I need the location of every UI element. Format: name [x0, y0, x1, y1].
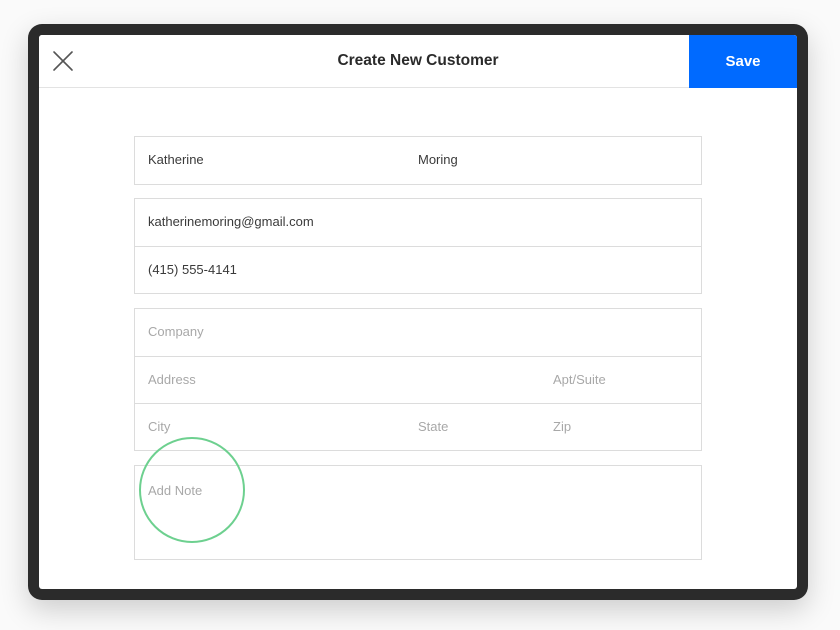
close-icon	[53, 51, 73, 71]
company-field[interactable]: Company	[148, 309, 688, 355]
note-field[interactable]: Add Note	[134, 465, 702, 560]
address-group: Company Address Apt/Suite City State Zip	[134, 308, 702, 451]
address-row: Address Apt/Suite	[135, 356, 701, 403]
email-row: katherinemoring@gmail.com	[135, 199, 701, 246]
city-row: City State Zip	[135, 403, 701, 450]
zip-field[interactable]: Zip	[553, 404, 693, 450]
tablet-frame: Create New Customer Save Katherine Morin…	[28, 24, 808, 600]
note-placeholder: Add Note	[148, 483, 203, 498]
phone-row: (415) 555-4141	[135, 246, 701, 293]
page-title: Create New Customer	[337, 52, 499, 69]
city-field[interactable]: City	[148, 404, 408, 450]
apt-suite-field[interactable]: Apt/Suite	[553, 357, 693, 403]
email-field[interactable]: katherinemoring@gmail.com	[148, 199, 688, 245]
address-field[interactable]: Address	[148, 357, 538, 403]
first-name-field[interactable]: Katherine	[148, 137, 408, 183]
last-name-field[interactable]: Moring	[418, 137, 688, 183]
top-bar: Create New Customer Save	[39, 35, 797, 88]
contact-group: katherinemoring@gmail.com (415) 555-4141	[134, 198, 702, 294]
state-field[interactable]: State	[418, 404, 538, 450]
screen: Create New Customer Save Katherine Morin…	[39, 35, 797, 589]
phone-field[interactable]: (415) 555-4141	[148, 247, 688, 293]
name-row: Katherine Moring	[135, 137, 701, 184]
company-row: Company	[135, 309, 701, 356]
save-button[interactable]: Save	[689, 35, 797, 88]
close-button[interactable]	[49, 47, 77, 75]
name-group: Katherine Moring	[134, 136, 702, 185]
